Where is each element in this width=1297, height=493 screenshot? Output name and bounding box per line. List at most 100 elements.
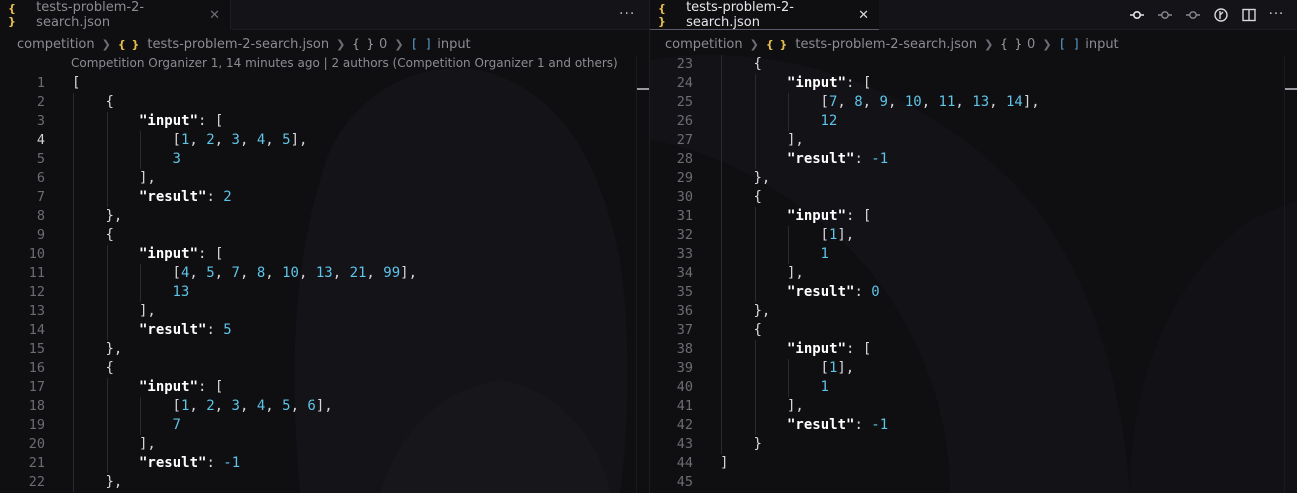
code-text: [7, 8, 9, 10, 11, 13, 14], (821, 93, 1040, 112)
breadcrumb-object[interactable]: 0 (1027, 37, 1035, 52)
code-line[interactable]: 25 [7, 8, 9, 10, 11, 13, 14], (650, 93, 1297, 112)
code-line[interactable]: 45 (650, 473, 1297, 492)
code-text: }, (106, 473, 123, 492)
json-punctuation: }, (105, 474, 123, 490)
json-punctuation: : (206, 455, 224, 471)
indent-guide (73, 131, 74, 150)
code-line[interactable]: 33 1 (650, 245, 1297, 264)
scrollbar-track[interactable] (1284, 55, 1285, 493)
code-line[interactable]: 27], (650, 131, 1297, 150)
code-text: 1 (821, 378, 829, 397)
code-line[interactable]: 43} (650, 435, 1297, 454)
code-line[interactable]: 31 "input": [ (650, 207, 1297, 226)
code-line[interactable]: 42 "result": -1 (650, 416, 1297, 435)
code-line[interactable]: 21 "result": -1 (0, 454, 649, 473)
timeline-icon[interactable] (1212, 6, 1229, 23)
code-line[interactable]: 32 [1], (650, 226, 1297, 245)
breadcrumb-object[interactable]: 0 (379, 37, 387, 52)
code-line[interactable]: 41], (650, 397, 1297, 416)
code-line[interactable]: 23 { (650, 55, 1297, 74)
code-text: ], (139, 169, 156, 188)
line-number: 16 (28, 360, 45, 376)
code-line[interactable]: 18 [1, 2, 3, 4, 5, 6], (0, 397, 649, 416)
git-compare-icon[interactable] (1128, 6, 1145, 23)
json-punctuation: , (989, 94, 1006, 110)
code-line[interactable]: 16 { (0, 359, 649, 378)
tab-tests-problem-2-search-json[interactable]: { } tests-problem-2-search.json ✕ (0, 0, 231, 30)
more-actions-icon[interactable]: ··· (619, 0, 635, 30)
code-line[interactable]: 9{ (0, 226, 649, 245)
json-punctuation: [ (820, 94, 829, 110)
array-symbol-icon: [ ] (1058, 37, 1081, 51)
chevron-right-icon: ❯ (1042, 37, 1052, 51)
code-text: 1 (821, 245, 829, 264)
code-line[interactable]: 37 { (650, 321, 1297, 340)
json-file-icon: { } (658, 2, 667, 28)
code-line[interactable]: 38 "input": [ (650, 340, 1297, 359)
json-punctuation: , (189, 398, 207, 414)
code-line[interactable]: 26 12 (650, 112, 1297, 131)
breadcrumb-folder[interactable]: competition (17, 37, 95, 52)
json-punctuation: [ (172, 398, 181, 414)
code-text: { (106, 226, 114, 245)
code-line[interactable]: 2{ (0, 93, 649, 112)
code-line[interactable]: 1[ (0, 74, 649, 93)
code-line[interactable]: 28 "result": -1 (650, 150, 1297, 169)
code-line[interactable]: 20], (0, 435, 649, 454)
json-punctuation: ], (837, 360, 855, 376)
code-line[interactable]: 44] (650, 454, 1297, 473)
code-line[interactable]: 39 [1], (650, 359, 1297, 378)
code-text: "input": [ (139, 245, 223, 264)
code-line[interactable]: 13], (0, 302, 649, 321)
code-line[interactable]: 22}, (0, 473, 649, 492)
code-line[interactable]: 29}, (650, 169, 1297, 188)
json-punctuation: : (854, 284, 872, 300)
json-number: 7 (172, 417, 181, 433)
code-line[interactable]: 40 1 (650, 378, 1297, 397)
breadcrumb-field[interactable]: input (1085, 37, 1118, 52)
json-punctuation: , (921, 94, 939, 110)
scrollbar-track[interactable] (636, 55, 637, 493)
git-blame-annotation[interactable]: Competition Organizer 1, 14 minutes ago … (71, 54, 618, 73)
code-line[interactable]: 53 (0, 150, 649, 169)
code-line[interactable]: 14 "result": 5 (0, 321, 649, 340)
code-line[interactable]: 30 { (650, 188, 1297, 207)
breadcrumb-field[interactable]: input (437, 37, 470, 52)
code-text: "result": -1 (787, 150, 888, 169)
split-editor-icon[interactable] (1240, 6, 1257, 23)
breadcrumb-file[interactable]: tests-problem-2-search.json (147, 37, 329, 52)
code-line[interactable]: 3 "input": [ (0, 112, 649, 131)
code-line[interactable]: 4 [1, 2, 3, 4, 5], (0, 131, 649, 150)
code-line[interactable]: 17 "input": [ (0, 378, 649, 397)
code-line[interactable]: 19 7 (0, 416, 649, 435)
json-number: 5 (282, 398, 291, 414)
git-commit-next-icon[interactable] (1184, 6, 1201, 23)
line-number: 12 (28, 284, 45, 300)
line-number: 27 (676, 132, 693, 148)
json-punctuation: ], (139, 303, 156, 319)
close-icon[interactable]: ✕ (858, 8, 869, 23)
json-punctuation: : [ (846, 208, 872, 224)
line-number: 31 (676, 208, 693, 224)
more-actions-icon[interactable]: ··· (1268, 6, 1285, 23)
close-icon[interactable]: ✕ (209, 8, 220, 23)
code-line[interactable]: 36}, (650, 302, 1297, 321)
code-line[interactable]: 15}, (0, 340, 649, 359)
code-line[interactable]: 11 [4, 5, 7, 8, 10, 13, 21, 99], (0, 264, 649, 283)
code-line[interactable]: 24 "input": [ (650, 74, 1297, 93)
git-commit-prev-icon[interactable] (1156, 6, 1173, 23)
code-line[interactable]: 7 "result": 2 (0, 188, 649, 207)
tab-tests-problem-2-search-json-active[interactable]: { } tests-problem-2-search.json ✕ (650, 0, 879, 30)
code-line[interactable]: 34], (650, 264, 1297, 283)
code-line[interactable]: 10 "input": [ (0, 245, 649, 264)
breadcrumb-folder[interactable]: competition (665, 37, 743, 52)
indent-guide (73, 321, 74, 340)
code-line[interactable]: 8}, (0, 207, 649, 226)
json-punctuation: } (753, 436, 762, 452)
indent-guide (754, 74, 756, 93)
code-line[interactable]: 12 13 (0, 283, 649, 302)
breadcrumb-file[interactable]: tests-problem-2-search.json (795, 37, 977, 52)
code-line[interactable]: 6], (0, 169, 649, 188)
json-number: 8 (854, 94, 863, 110)
code-line[interactable]: 35 "result": 0 (650, 283, 1297, 302)
